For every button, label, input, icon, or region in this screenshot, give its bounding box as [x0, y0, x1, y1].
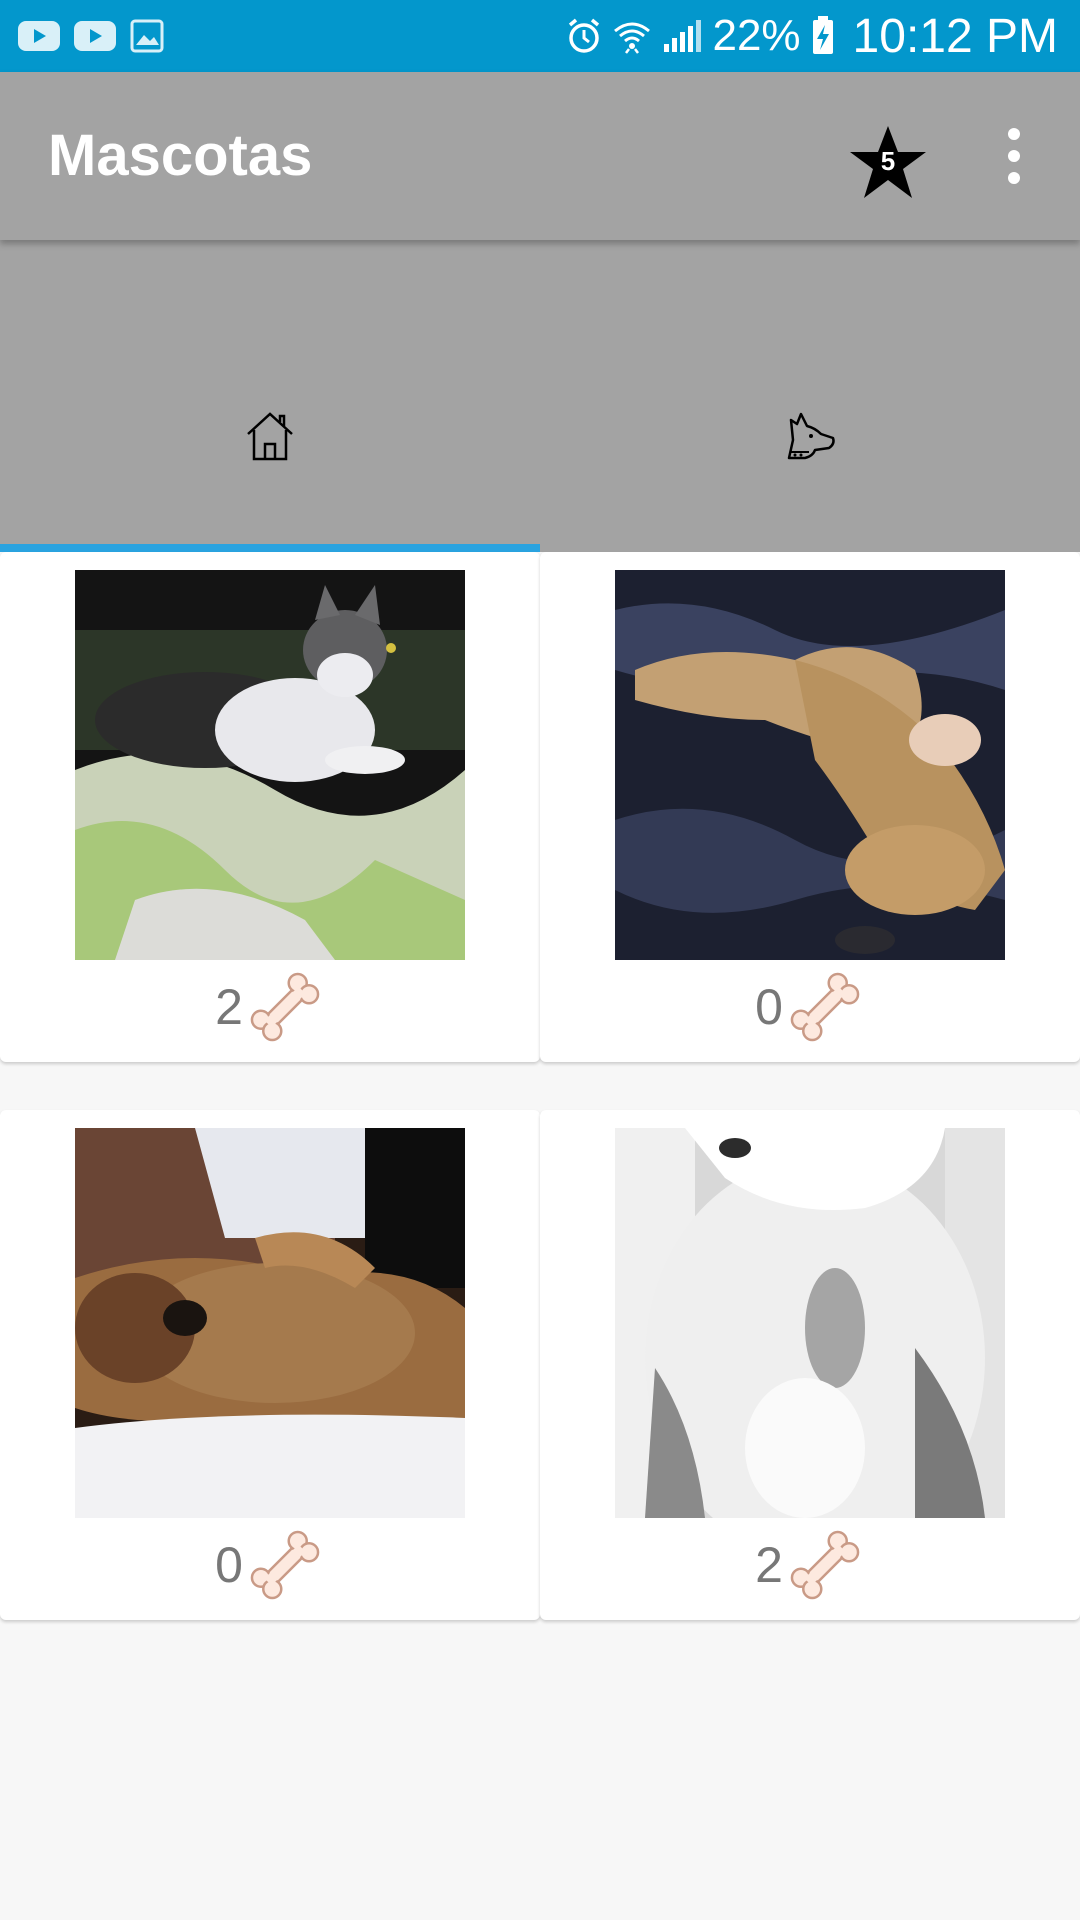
- image-icon: [130, 19, 164, 53]
- bone-icon[interactable]: [245, 967, 325, 1047]
- youtube-icon: [74, 21, 116, 51]
- signal-icon: [664, 20, 702, 52]
- bone-icon[interactable]: [245, 1525, 325, 1605]
- app-title: Mascotas: [48, 123, 313, 188]
- pet-card[interactable]: 0: [0, 1110, 540, 1620]
- favorites-count: 5: [880, 146, 896, 176]
- like-count: 0: [755, 979, 783, 1035]
- wifi-icon: [614, 22, 651, 54]
- likes-row: 0: [0, 1520, 540, 1610]
- selected-tab-indicator: [0, 544, 540, 552]
- tab-dog[interactable]: [540, 410, 1080, 552]
- dog-head-icon: [787, 412, 835, 460]
- youtube-icon: [18, 21, 60, 51]
- status-bar: 22% 10:12 PM: [0, 0, 1080, 72]
- pet-card[interactable]: 2: [540, 1110, 1080, 1620]
- home-icon: [247, 412, 293, 461]
- battery-charging-icon: [812, 16, 833, 54]
- pet-card[interactable]: 0: [540, 552, 1080, 1062]
- like-count: 2: [215, 979, 243, 1035]
- favorites-button[interactable]: 5: [848, 122, 928, 202]
- bone-icon[interactable]: [785, 1525, 865, 1605]
- bone-icon[interactable]: [785, 967, 865, 1047]
- pet-card[interactable]: 2: [0, 552, 540, 1062]
- clock: 10:12 PM: [852, 9, 1058, 63]
- likes-row: 2: [0, 962, 540, 1052]
- battery-percentage: 22%: [712, 11, 801, 60]
- like-count: 2: [755, 1537, 783, 1593]
- pet-photo[interactable]: [615, 1128, 1005, 1518]
- more-vertical-icon: [1008, 128, 1020, 184]
- likes-row: 2: [540, 1520, 1080, 1610]
- pet-photo[interactable]: [615, 570, 1005, 960]
- alarm-icon: [569, 18, 600, 53]
- overflow-menu-button[interactable]: [990, 126, 1038, 186]
- likes-row: 0: [540, 962, 1080, 1052]
- pet-photo[interactable]: [75, 570, 465, 960]
- pet-photo[interactable]: [75, 1128, 465, 1518]
- app-bar: Mascotas 5: [0, 72, 1080, 240]
- tab-bar: [0, 240, 1080, 552]
- tab-home[interactable]: [0, 410, 540, 552]
- like-count: 0: [215, 1537, 243, 1593]
